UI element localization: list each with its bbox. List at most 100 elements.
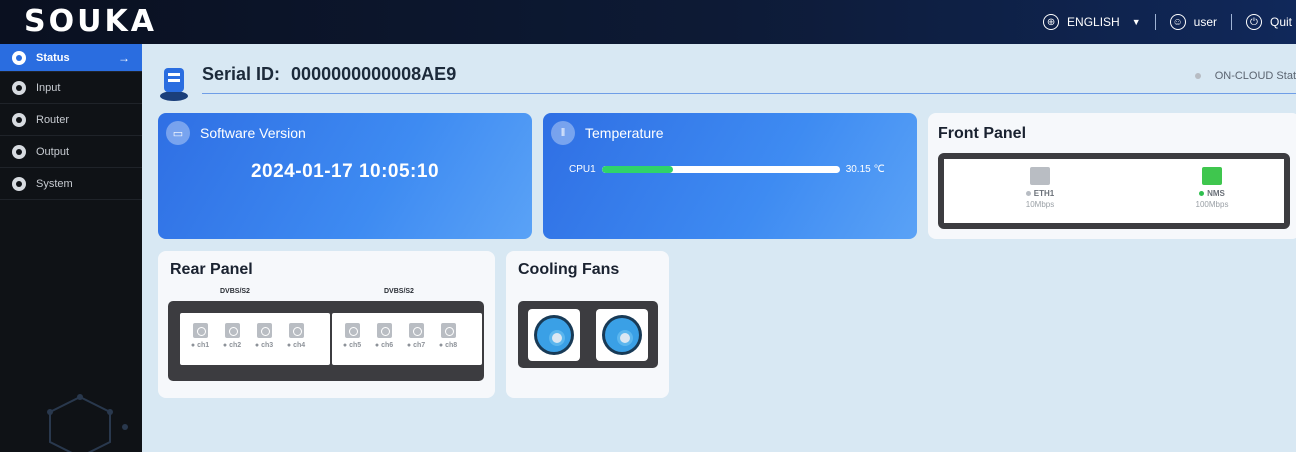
temperature-card: ǁ Temperature CPU1 30.15 ℃ <box>543 113 917 239</box>
group-label: DVBS/S2 <box>220 288 250 295</box>
thermometer-icon: ǁ <box>551 121 575 145</box>
serial-id-label: Serial ID: <box>202 64 281 84</box>
sidebar-item-label: Status <box>36 51 70 64</box>
temperature-row: CPU1 30.15 ℃ <box>569 164 885 175</box>
channel-label: ● ch4 <box>286 342 306 349</box>
router-icon <box>12 112 26 127</box>
cooling-fans-card: Cooling Fans <box>506 251 669 398</box>
serial-header: Serial ID: 0000000000008AE9 ON-CLOUD Sta… <box>158 58 1296 101</box>
sidebar-item-status[interactable]: Status → <box>0 44 142 72</box>
chevron-down-icon[interactable]: ▼ <box>1132 17 1141 27</box>
quit-button[interactable]: Quit <box>1270 15 1292 29</box>
language-select[interactable]: ENGLISH <box>1067 15 1120 29</box>
channel-label: ● ch1 <box>190 342 210 349</box>
arrow-right-icon: → <box>118 50 130 65</box>
channel-label: ● ch3 <box>254 342 274 349</box>
temperature-bar <box>601 166 840 173</box>
sidebar-item-output[interactable]: Output <box>0 136 142 168</box>
cooling-fans-title: Cooling Fans <box>518 261 620 278</box>
front-panel-card: Front Panel ETH1 10Mbps NMS 100Mbps <box>928 113 1296 239</box>
fan-2 <box>596 309 648 361</box>
channel-ch3[interactable]: ● ch3 <box>248 323 280 349</box>
cloud-status-dot <box>1194 73 1201 79</box>
channel-ch7[interactable]: ● ch7 <box>400 323 432 349</box>
rear-panel-title: Rear Panel <box>170 261 253 278</box>
sidebar-item-label: System <box>36 177 73 190</box>
sidebar-item-input[interactable]: Input <box>0 72 142 104</box>
top-bar: SOUKA ⊕ ENGLISH ▼ ☺ user ⏻ Quit <box>0 0 1296 44</box>
port-status-dot <box>1025 191 1031 197</box>
port-speed: 100Mbps <box>1195 200 1229 209</box>
status-icon <box>12 50 26 65</box>
channel-port-icon <box>224 323 240 338</box>
channel-ch8[interactable]: ● ch8 <box>432 323 464 349</box>
software-version-date: 2024-01-17 10:05:10 <box>250 161 440 182</box>
user-menu[interactable]: user <box>1194 15 1217 29</box>
channel-ch2[interactable]: ● ch2 <box>216 323 248 349</box>
temperature-title: Temperature <box>585 125 664 141</box>
temperature-value: 30.15 ℃ <box>845 164 885 175</box>
software-version-title: Software Version <box>200 125 306 141</box>
port-nms[interactable]: NMS 100Mbps <box>1182 167 1242 209</box>
fan-icon <box>602 315 642 355</box>
sensor-label: CPU1 <box>569 164 596 175</box>
channel-port-icon <box>344 323 360 338</box>
group-label: DVBS/S2 <box>384 288 414 295</box>
user-icon: ☺ <box>1169 14 1186 30</box>
divider <box>1230 14 1232 30</box>
ethernet-port-icon <box>1030 167 1050 185</box>
input-group: ● ch5 ● ch6 ● ch7 ● ch8 <box>332 313 482 365</box>
sidebar-item-system[interactable]: System <box>0 168 142 200</box>
serial-underline <box>202 93 1296 94</box>
card-header: ǁ Temperature <box>551 121 664 145</box>
software-version-card: ▭ Software Version 2024-01-17 10:05:10 <box>158 113 532 239</box>
channel-port-icon <box>408 323 424 338</box>
sidebar-item-label: Router <box>36 113 70 126</box>
port-eth1[interactable]: ETH1 10Mbps <box>1010 167 1070 209</box>
output-icon <box>12 144 26 159</box>
hexagon-decoration-icon <box>47 394 128 452</box>
channel-port-icon <box>256 323 272 338</box>
logo: SOUKA <box>24 4 157 39</box>
serial-id: Serial ID: 0000000000008AE9 <box>202 64 456 85</box>
channel-label: ● ch5 <box>342 342 362 349</box>
sidebar-item-label: Input <box>36 81 61 94</box>
rear-panel-device: ● ch1 ● ch2 ● ch3 ● ch4 ● ch5 ● ch6 ● ch… <box>168 301 484 381</box>
channel-label: ● ch6 <box>374 342 394 349</box>
port-name: ETH1 <box>1033 189 1055 198</box>
channel-ch5[interactable]: ● ch5 <box>336 323 368 349</box>
input-group: ● ch1 ● ch2 ● ch3 ● ch4 <box>180 313 330 365</box>
sidebar: Status → Input Router Output System <box>0 44 142 452</box>
temperature-bar-fill <box>601 166 674 173</box>
cloud-status: ON-CLOUD Stat <box>1194 70 1296 82</box>
input-icon <box>12 80 26 95</box>
cloud-status-label: ON-CLOUD Stat <box>1214 70 1296 82</box>
channel-label: ● ch7 <box>406 342 426 349</box>
channel-port-icon <box>376 323 392 338</box>
channel-ch4[interactable]: ● ch4 <box>280 323 312 349</box>
sidebar-item-label: Output <box>36 145 70 158</box>
channel-port-icon <box>288 323 304 338</box>
system-icon <box>12 176 26 191</box>
fan-housing <box>518 301 658 368</box>
fan-1 <box>528 309 580 361</box>
sidebar-item-router[interactable]: Router <box>0 104 142 136</box>
channel-label: ● ch8 <box>438 342 458 349</box>
ethernet-port-icon <box>1202 167 1222 185</box>
power-icon[interactable]: ⏻ <box>1245 14 1262 30</box>
channel-port-icon <box>440 323 456 338</box>
serial-id-value: 0000000000008AE9 <box>291 64 457 84</box>
card-header: ▭ Software Version <box>166 121 306 145</box>
channel-ch1[interactable]: ● ch1 <box>184 323 216 349</box>
port-speed: 10Mbps <box>1025 200 1055 209</box>
front-panel-device: ETH1 10Mbps NMS 100Mbps <box>938 153 1290 229</box>
channel-ch6[interactable]: ● ch6 <box>368 323 400 349</box>
port-name: NMS <box>1207 189 1225 198</box>
channel-port-icon <box>192 323 208 338</box>
rear-panel-card: Rear Panel DVBS/S2 DVBS/S2 ● ch1 ● ch2 ●… <box>158 251 495 398</box>
port-status-dot <box>1199 191 1205 197</box>
software-icon: ▭ <box>166 121 190 145</box>
channel-label: ● ch2 <box>222 342 242 349</box>
divider <box>1154 14 1156 30</box>
device-icon <box>160 68 188 101</box>
